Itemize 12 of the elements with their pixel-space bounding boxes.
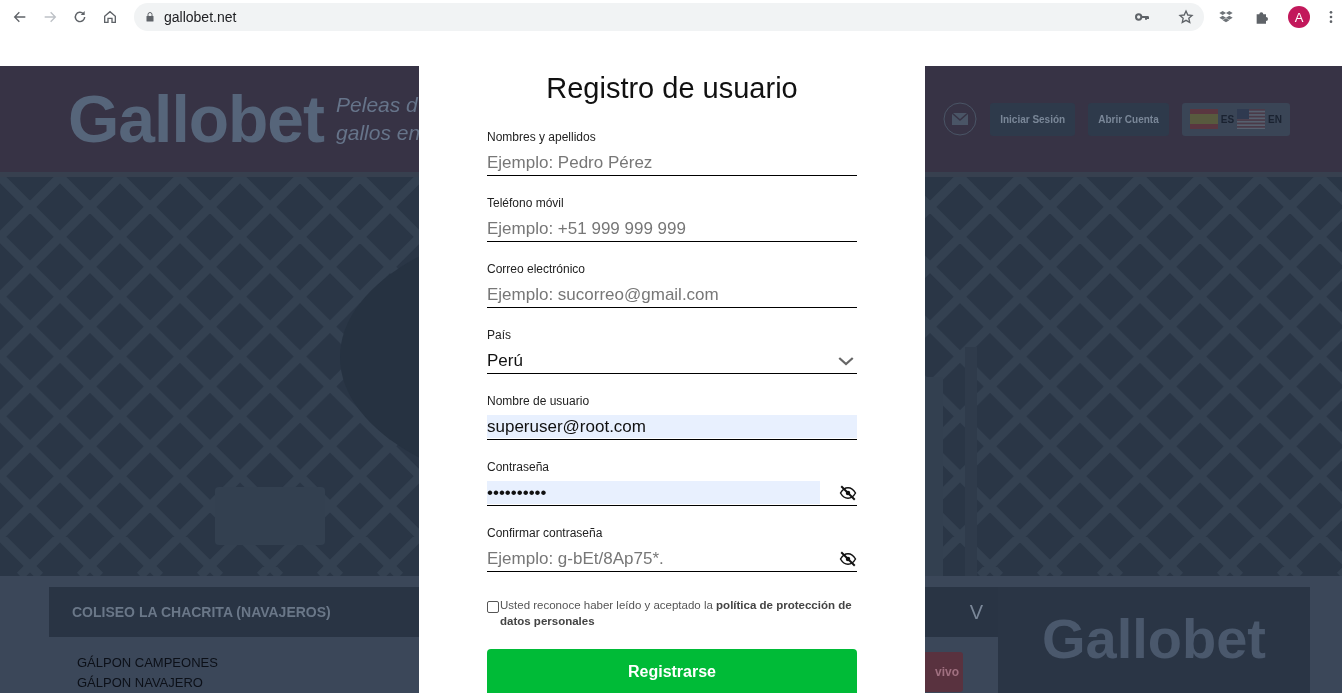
tagline-text: gallos en xyxy=(336,120,421,146)
field-label: Teléfono móvil xyxy=(487,196,564,210)
field-label: Nombres y apellidos xyxy=(487,130,596,144)
venue-title: COLISEO LA CHACRITA (NAVAJEROS) xyxy=(72,604,331,620)
field-label: Correo electrónico xyxy=(487,262,586,276)
dialog-title: Registro de usuario xyxy=(546,72,798,105)
consent-text: Usted reconoce haber leído y aceptado la política de protección de datos personales xyxy=(500,598,853,629)
field-label: Nombre de usuario xyxy=(487,394,590,408)
field-label: Confirmar contraseña xyxy=(487,526,603,540)
field-label: Contraseña xyxy=(487,460,550,474)
field-label: País xyxy=(487,328,511,342)
tagline-text: Peleas d xyxy=(336,92,419,118)
